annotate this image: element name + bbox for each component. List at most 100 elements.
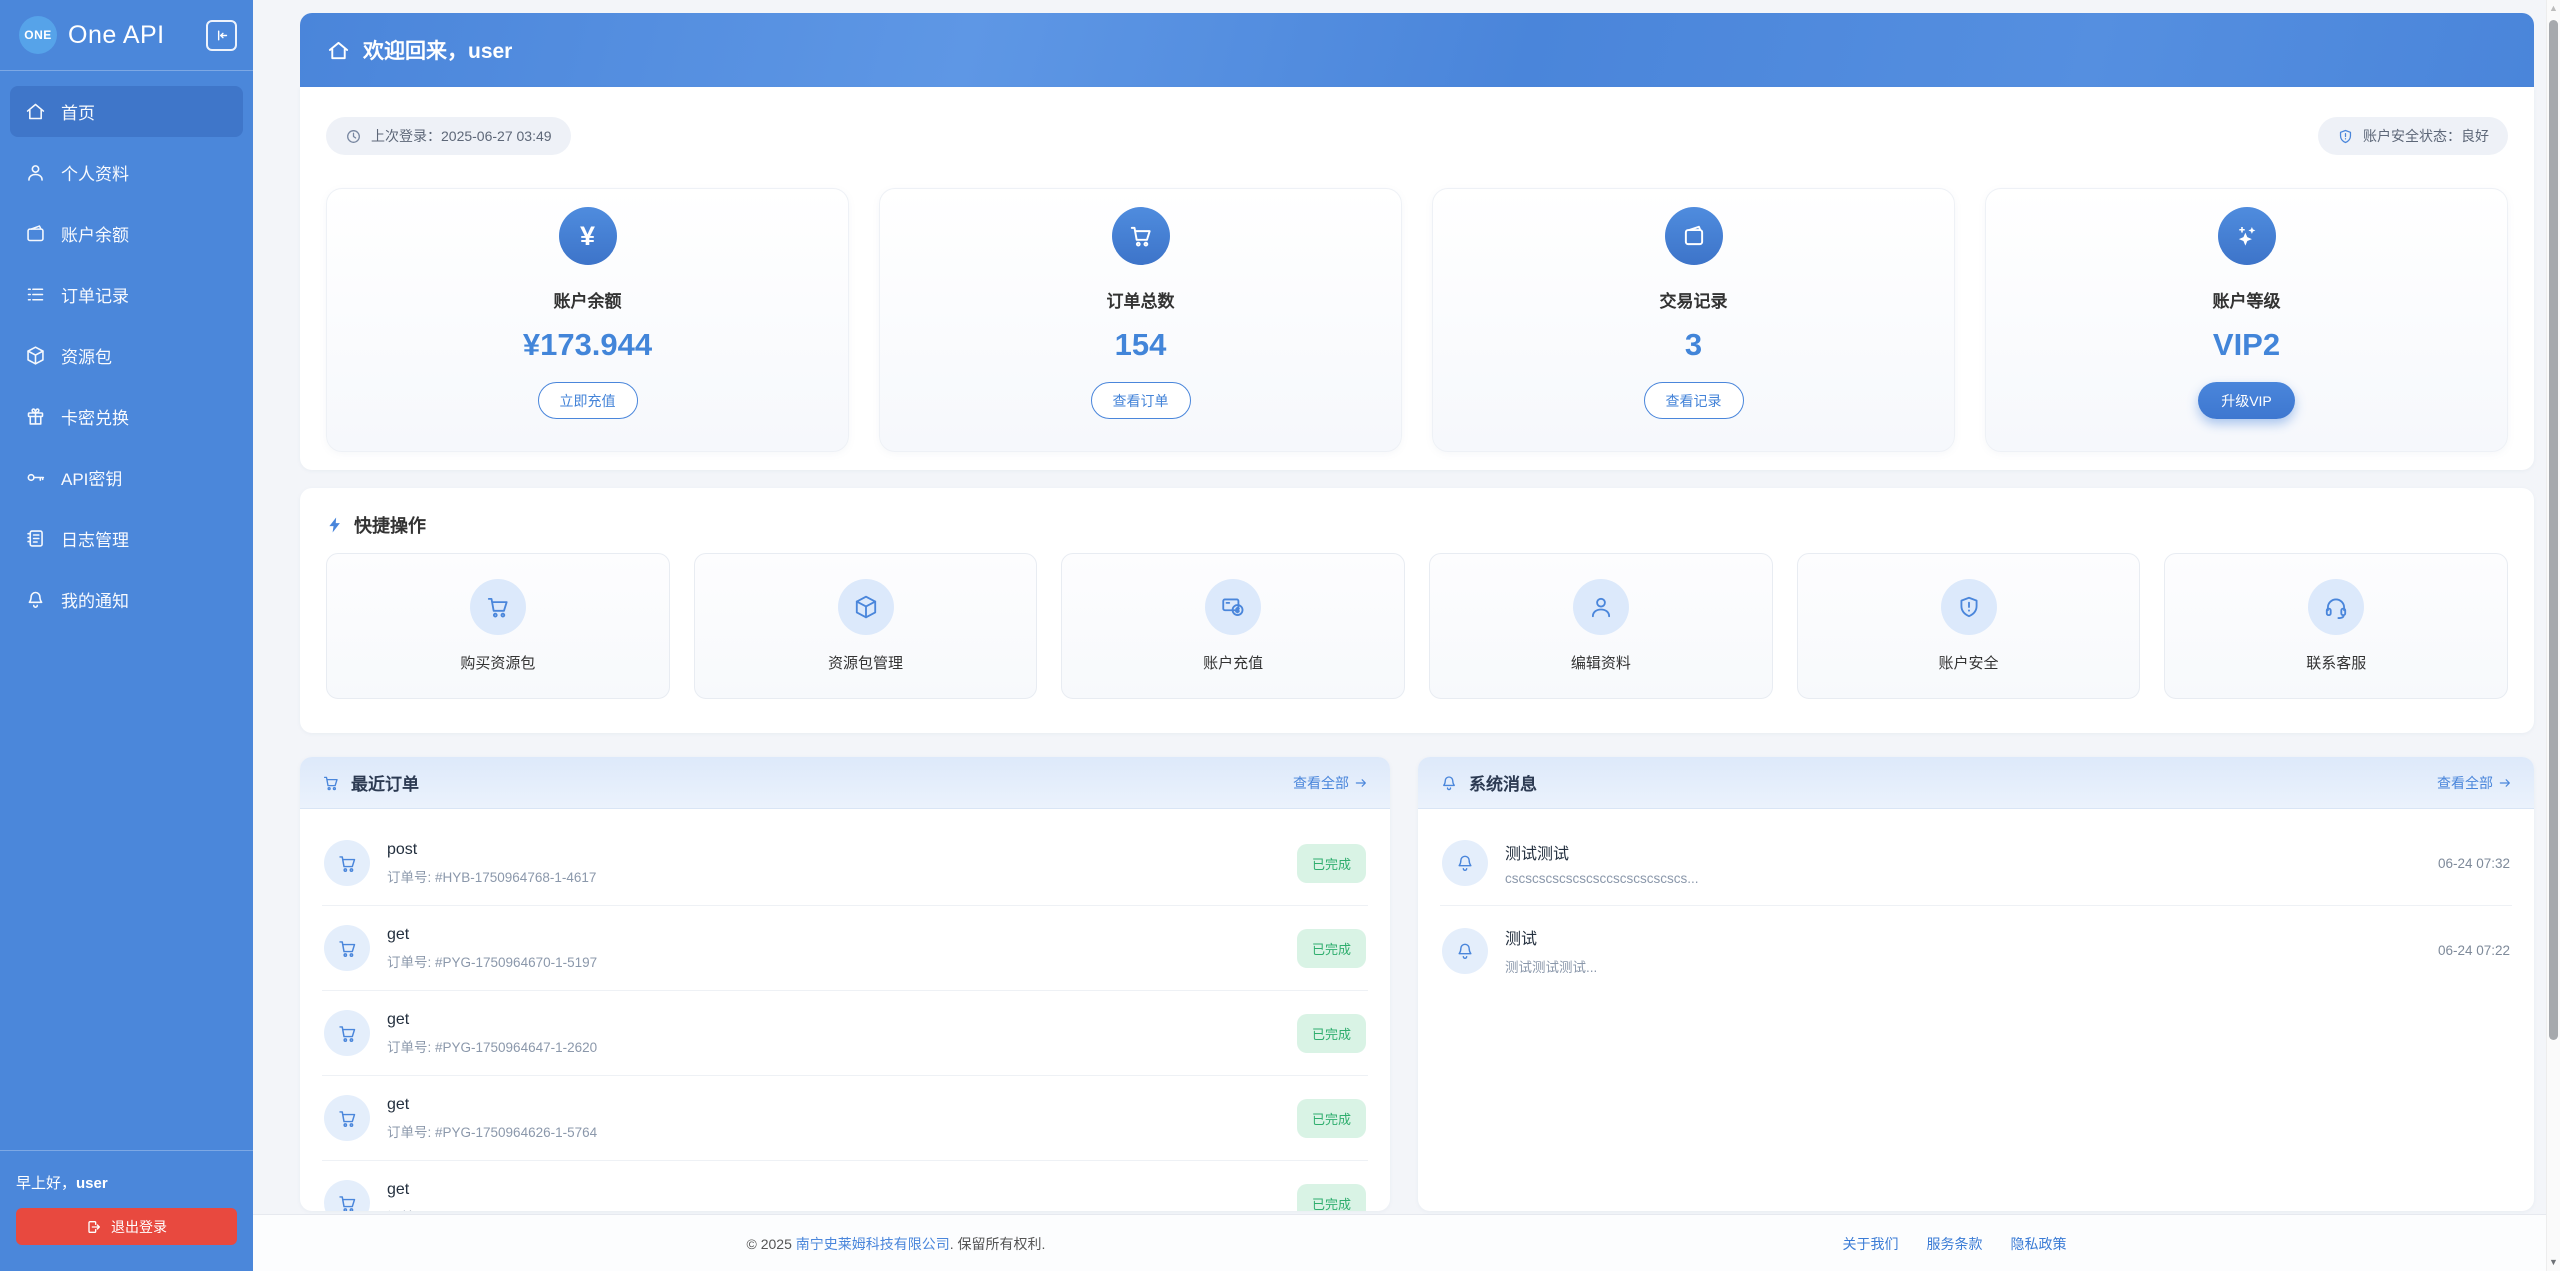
last-login-text: 上次登录：2025-06-27 03:49 — [371, 126, 552, 146]
footer-links: 关于我们 服务条款 隐私政策 — [1843, 1234, 2067, 1254]
sidebar-collapse-button[interactable] — [206, 20, 237, 51]
scroll-down-arrow[interactable]: ▼ — [2547, 1257, 2560, 1267]
cart-icon — [324, 840, 370, 886]
shield-icon — [2337, 128, 2354, 145]
sidebar-nav: 首页 个人资料 账户余额 订单记录 — [0, 71, 253, 640]
quick-action-recharge[interactable]: 账户充值 — [1061, 553, 1405, 699]
stat-title: 订单总数 — [1107, 287, 1175, 312]
app-name: One API — [68, 21, 165, 50]
sidebar-item-label: 资源包 — [61, 343, 112, 368]
sidebar-item-label: 卡密兑换 — [61, 404, 129, 429]
logout-button[interactable]: 退出登录 — [16, 1208, 237, 1245]
sidebar-item-profile[interactable]: 个人资料 — [10, 147, 243, 198]
logo-row: ONE One API — [0, 0, 253, 70]
messages-view-all-link[interactable]: 查看全部 — [2437, 773, 2512, 793]
order-row[interactable]: get 订单号: #PYG-1750964670-1-5197 已完成 — [322, 906, 1368, 991]
last-login-badge: 上次登录：2025-06-27 03:49 — [326, 117, 571, 155]
upgrade-vip-button[interactable]: 升级VIP — [2198, 382, 2295, 419]
quick-action-label: 账户安全 — [1939, 652, 1999, 673]
orders-list: post 订单号: #HYB-1750964768-1-4617 已完成 ge — [300, 809, 1390, 1211]
order-row[interactable]: get 订单号: #PYG-1750964647-1-2620 已完成 — [322, 991, 1368, 1076]
quick-action-edit-profile[interactable]: 编辑资料 — [1429, 553, 1773, 699]
cart-icon — [324, 1180, 370, 1211]
bell-icon — [25, 589, 46, 610]
quick-action-contact-support[interactable]: 联系客服 — [2164, 553, 2508, 699]
user-icon — [1573, 579, 1629, 635]
yen-icon: ¥ — [559, 207, 617, 265]
box-icon — [25, 345, 46, 366]
sidebar-item-label: 我的通知 — [61, 587, 129, 612]
footer-link-terms[interactable]: 服务条款 — [1927, 1234, 1983, 1254]
scrollbar-thumb[interactable] — [2549, 20, 2558, 1040]
sidebar: ONE One API 首页 个人资料 — [0, 0, 253, 1271]
message-row[interactable]: 测试测试 cscscscscscscsccscscscscscs... 06-2… — [1440, 821, 2512, 906]
scroll-up-arrow[interactable]: ▲ — [2547, 3, 2560, 13]
view-records-button[interactable]: 查看记录 — [1644, 382, 1744, 419]
order-number: 订单号: #HYB-1750964768-1-4617 — [387, 866, 596, 886]
app-logo: ONE — [19, 16, 57, 54]
stat-card-level: 账户等级 VIP2 升级VIP — [1985, 188, 2508, 452]
footer-link-privacy[interactable]: 隐私政策 — [2011, 1234, 2067, 1254]
log-icon — [25, 528, 46, 549]
order-name: get — [387, 1011, 597, 1029]
vertical-scrollbar[interactable]: ▲ ▼ — [2546, 0, 2560, 1271]
greeting-user: user — [76, 1175, 108, 1192]
security-status-text: 账户安全状态：良好 — [2363, 126, 2489, 146]
sidebar-item-logs[interactable]: 日志管理 — [10, 513, 243, 564]
orders-view-all-link[interactable]: 查看全部 — [1293, 773, 1368, 793]
sidebar-item-notifications[interactable]: 我的通知 — [10, 574, 243, 625]
sidebar-item-api-keys[interactable]: API密钥 — [10, 452, 243, 503]
message-row[interactable]: 测试 测试测试测试... 06-24 07:22 — [1440, 906, 2512, 995]
sidebar-item-packages[interactable]: 资源包 — [10, 330, 243, 381]
cart-icon — [322, 774, 340, 792]
sidebar-bottom: 早上好，user 退出登录 — [0, 1150, 253, 1271]
message-title: 测试 — [1505, 925, 1597, 949]
recharge-button[interactable]: 立即充值 — [538, 382, 638, 419]
order-row[interactable]: get 订单号: #PYG-1750964603-1-6972 已完成 — [322, 1161, 1368, 1211]
transactions-icon — [1665, 207, 1723, 265]
key-icon — [25, 467, 46, 488]
lightning-icon — [326, 516, 344, 534]
stat-value: 154 — [1115, 327, 1167, 363]
stat-card-balance: ¥ 账户余额 ¥173.944 立即充值 — [326, 188, 849, 452]
home-icon — [25, 101, 46, 122]
copyright-prefix: © 2025 — [747, 1236, 796, 1252]
order-status-badge: 已完成 — [1297, 844, 1366, 883]
status-pills-row: 上次登录：2025-06-27 03:49 账户安全状态：良好 — [326, 117, 2508, 155]
cart-icon — [324, 1095, 370, 1141]
sidebar-item-home[interactable]: 首页 — [10, 86, 243, 137]
footer-link-about[interactable]: 关于我们 — [1843, 1234, 1899, 1254]
quick-action-buy-package[interactable]: 购买资源包 — [326, 553, 670, 699]
quick-action-account-security[interactable]: 账户安全 — [1797, 553, 2141, 699]
order-row[interactable]: get 订单号: #PYG-1750964626-1-5764 已完成 — [322, 1076, 1368, 1161]
stat-title: 交易记录 — [1660, 287, 1728, 312]
greeting: 早上好，user — [16, 1172, 237, 1193]
arrow-right-icon — [2498, 776, 2512, 790]
orders-panel-title: 最近订单 — [351, 770, 419, 795]
stat-title: 账户等级 — [2213, 287, 2281, 312]
quick-action-manage-packages[interactable]: 资源包管理 — [694, 553, 1038, 699]
sidebar-item-orders[interactable]: 订单记录 — [10, 269, 243, 320]
sidebar-item-balance[interactable]: 账户余额 — [10, 208, 243, 259]
welcome-banner: 欢迎回来，user — [300, 13, 2534, 87]
clock-icon — [345, 128, 362, 145]
cart-icon — [324, 925, 370, 971]
copyright-text: © 2025 南宁史莱姆科技有限公司. 保留所有权利. — [747, 1234, 1046, 1254]
quick-actions-card: 快捷操作 购买资源包 — [300, 488, 2534, 733]
sidebar-item-label: 订单记录 — [61, 282, 129, 307]
recent-orders-panel: 最近订单 查看全部 — [300, 757, 1390, 1211]
logout-label: 退出登录 — [111, 1217, 167, 1237]
order-row[interactable]: post 订单号: #HYB-1750964768-1-4617 已完成 — [322, 821, 1368, 906]
quick-action-label: 账户充值 — [1203, 652, 1263, 673]
company-link[interactable]: 南宁史莱姆科技有限公司 — [796, 1236, 950, 1252]
order-status-badge: 已完成 — [1297, 1014, 1366, 1053]
headset-icon — [2308, 579, 2364, 635]
quick-actions-row: 购买资源包 资源包管理 — [326, 553, 2508, 699]
view-orders-button[interactable]: 查看订单 — [1091, 382, 1191, 419]
stat-value: ¥173.944 — [523, 327, 652, 363]
messages-panel-header: 系统消息 查看全部 — [1418, 757, 2534, 809]
order-number: 订单号: #PYG-1750964603-1-6972 — [387, 1206, 597, 1212]
stat-title: 账户余额 — [554, 287, 622, 312]
sidebar-item-redeem[interactable]: 卡密兑换 — [10, 391, 243, 442]
message-title: 测试测试 — [1505, 840, 1699, 864]
